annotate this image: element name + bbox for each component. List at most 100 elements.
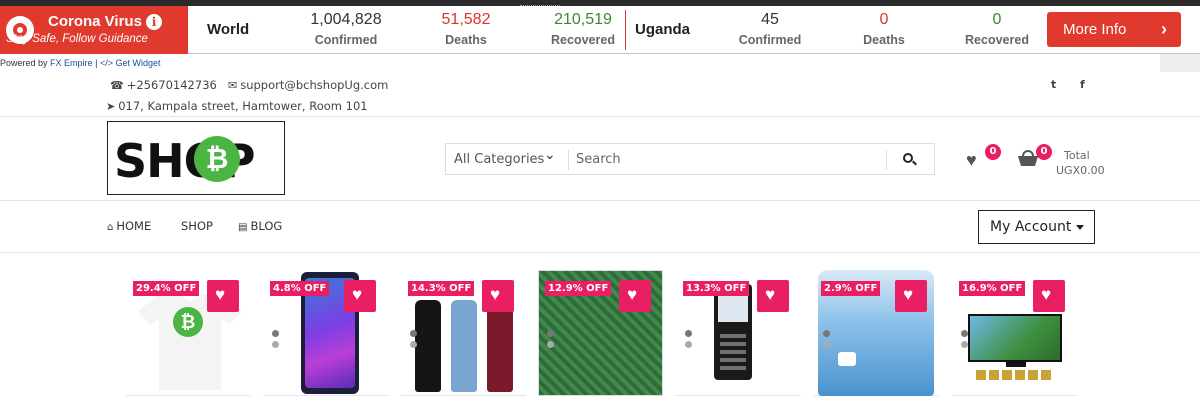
add-to-wishlist-button[interactable]: ♥ xyxy=(757,280,789,312)
get-widget-link[interactable]: </> Get Widget xyxy=(100,58,161,68)
add-to-wishlist-button[interactable]: ♥ xyxy=(895,280,927,312)
cart-button[interactable] xyxy=(1018,150,1038,166)
document-icon: ▤ xyxy=(238,222,248,233)
image-pager[interactable] xyxy=(961,330,968,352)
fx-empire-link[interactable]: FX Empire xyxy=(50,58,93,68)
add-to-wishlist-button[interactable]: ♥ xyxy=(482,280,514,312)
world-deaths-label: Deaths xyxy=(445,33,487,47)
facebook-icon[interactable]: f xyxy=(1080,78,1085,91)
search-input[interactable] xyxy=(576,148,876,170)
uganda-region-label: Uganda xyxy=(635,21,691,38)
category-select[interactable]: All Categories xyxy=(454,152,544,167)
uganda-recovered: 0 Recovered xyxy=(932,10,1062,47)
envelope-icon: ✉ xyxy=(228,79,238,92)
discount-badge: 2.9% OFF xyxy=(821,281,881,296)
nav-shop[interactable]: SHOP xyxy=(181,219,213,233)
scroll-gutter xyxy=(1160,54,1200,72)
add-to-wishlist-button[interactable]: ♥ xyxy=(207,280,239,312)
twitter-icon[interactable]: t xyxy=(1051,78,1056,91)
add-to-wishlist-button[interactable]: ♥ xyxy=(1033,280,1065,312)
pager-dot[interactable] xyxy=(823,341,830,348)
caret-down-icon xyxy=(1076,225,1084,230)
cart-total-value: UGX0.00 xyxy=(1056,164,1105,177)
product-card[interactable]: 13.3% OFF ♥ xyxy=(676,270,801,396)
my-account-dropdown[interactable]: My Account xyxy=(978,210,1095,244)
television-image xyxy=(968,314,1062,362)
shop-logo[interactable]: SHOP ₿ xyxy=(107,121,285,195)
world-recovered-label: Recovered xyxy=(551,33,615,47)
phone-icon: ☎ xyxy=(110,79,124,92)
heart-icon: ♥ xyxy=(352,285,363,304)
discount-badge: 4.8% OFF xyxy=(270,281,330,296)
world-region-label: World xyxy=(207,21,250,38)
product-card[interactable]: 14.3% OFF ♥ xyxy=(401,270,526,396)
pager-dot[interactable] xyxy=(410,330,417,337)
pager-dot[interactable] xyxy=(272,341,279,348)
corona-title: Corona Virus xyxy=(48,13,142,30)
feature-phone-keypad xyxy=(720,330,746,374)
nav-shop-label: SHOP xyxy=(181,219,213,233)
search-button[interactable] xyxy=(898,149,922,171)
image-pager[interactable] xyxy=(547,330,554,352)
uganda-confirmed: 45 Confirmed xyxy=(705,10,835,47)
world-deaths: 51,582 Deaths xyxy=(401,10,531,47)
image-pager[interactable] xyxy=(823,330,830,352)
uganda-deaths: 0 Deaths xyxy=(819,10,949,47)
address-contact: ➤ 017, Kampala street, Hamtower, Room 101 xyxy=(106,99,368,113)
world-confirmed-label: Confirmed xyxy=(314,33,378,47)
street-address: 017, Kampala street, Hamtower, Room 101 xyxy=(118,99,368,113)
pager-dot[interactable] xyxy=(547,330,554,337)
corona-subtitle: Stay Safe, Follow Guidance xyxy=(6,33,148,45)
product-card[interactable]: 12.9% OFF ♥ xyxy=(538,270,663,396)
nav-divider-top xyxy=(0,200,1200,201)
product-card[interactable]: ₿ 29.4% OFF ♥ xyxy=(126,270,251,396)
nav-home-label: HOME xyxy=(116,219,152,233)
uganda-recovered-label: Recovered xyxy=(965,33,1029,47)
image-pager[interactable] xyxy=(685,330,692,352)
pager-dot[interactable] xyxy=(547,341,554,348)
cart-total-label: Total xyxy=(1064,149,1090,162)
leggings-black xyxy=(415,300,441,392)
corona-widget: Corona Virus i Stay Safe, Follow Guidanc… xyxy=(0,6,1200,54)
heart-icon: ♥ xyxy=(627,285,638,304)
more-info-button[interactable]: More Info › xyxy=(1047,12,1181,47)
bitcoin-cash-icon: ₿ xyxy=(173,307,203,337)
home-icon: ⌂ xyxy=(107,222,114,233)
heart-icon: ♥ xyxy=(490,285,501,304)
powered-prefix: Powered by xyxy=(0,58,48,68)
water-tap xyxy=(838,352,856,366)
nav-home[interactable]: ⌂ HOME xyxy=(107,219,151,233)
chevron-right-icon: › xyxy=(1161,19,1167,39)
pager-dot[interactable] xyxy=(823,330,830,337)
info-icon[interactable]: i xyxy=(146,14,162,30)
basket-icon xyxy=(1022,150,1034,156)
product-card[interactable]: 16.9% OFF ♥ xyxy=(952,270,1077,396)
pager-dot[interactable] xyxy=(685,330,692,337)
phone-contact[interactable]: ☎ +25670142736 xyxy=(110,78,217,92)
world-recovered: 210,519 Recovered xyxy=(518,10,648,47)
pager-dot[interactable] xyxy=(410,341,417,348)
email-contact[interactable]: ✉ support@bchshopUg.com xyxy=(228,78,388,92)
product-carousel: ₿ 29.4% OFF ♥ 4.8% OFF ♥ 14.3% OFF ♥ 12.… xyxy=(0,270,1200,414)
feature-phone-screen xyxy=(718,292,748,322)
add-to-wishlist-button[interactable]: ♥ xyxy=(344,280,376,312)
pager-dot[interactable] xyxy=(961,341,968,348)
pager-dot[interactable] xyxy=(961,330,968,337)
search-bar: All Categories ⌄ xyxy=(445,143,935,175)
uganda-deaths-value: 0 xyxy=(879,11,889,28)
chevron-down-icon[interactable]: ⌄ xyxy=(544,147,556,163)
product-card[interactable]: 2.9% OFF ♥ xyxy=(814,270,939,396)
wishlist-button[interactable]: ♥ xyxy=(966,150,977,171)
television-stand xyxy=(1006,362,1026,367)
image-pager[interactable] xyxy=(272,330,279,352)
region-divider xyxy=(625,10,626,50)
nav-blog[interactable]: ▤ BLOG xyxy=(238,219,282,233)
world-confirmed: 1,004,828 Confirmed xyxy=(281,10,411,47)
discount-badge: 14.3% OFF xyxy=(408,281,475,296)
pager-dot[interactable] xyxy=(685,341,692,348)
add-to-wishlist-button[interactable]: ♥ xyxy=(619,280,651,312)
product-card[interactable]: 4.8% OFF ♥ xyxy=(263,270,388,396)
uganda-confirmed-label: Confirmed xyxy=(738,33,802,47)
image-pager[interactable] xyxy=(410,330,417,352)
pager-dot[interactable] xyxy=(272,330,279,337)
